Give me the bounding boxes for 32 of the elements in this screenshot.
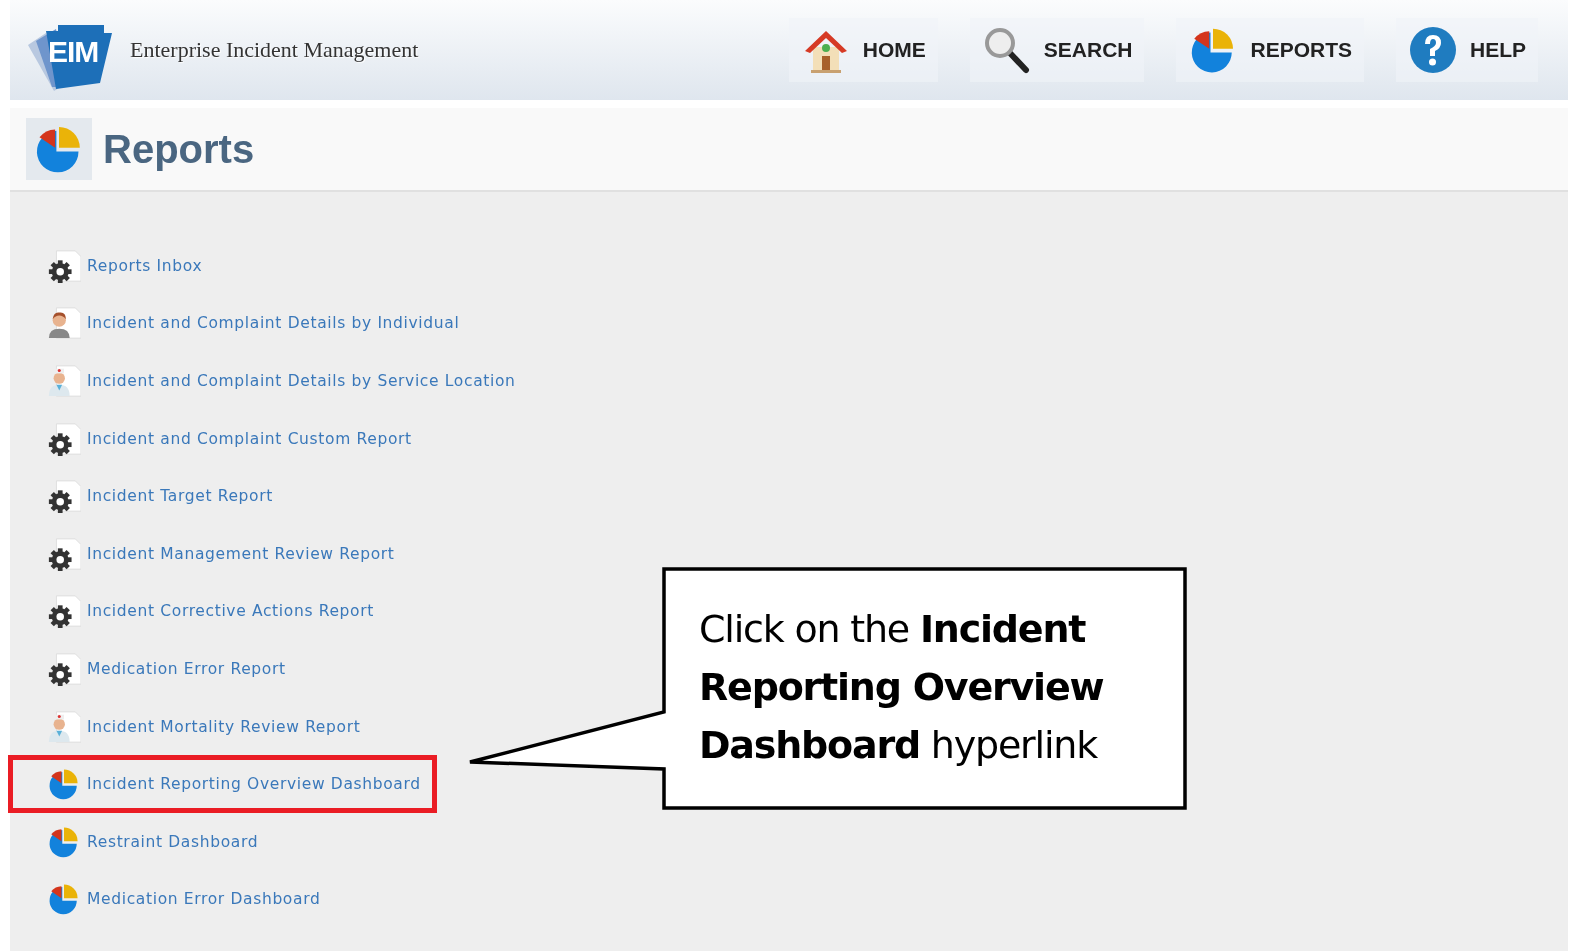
doctor-document-icon: [47, 364, 81, 398]
nav-button[interactable]: HELP: [1396, 18, 1538, 82]
report-link[interactable]: Medication Error Report: [87, 659, 286, 678]
gear-document-icon: [47, 248, 81, 283]
report-link[interactable]: Incident Management Review Report: [87, 544, 395, 563]
pie-chart-icon: [47, 882, 81, 917]
nav-button[interactable]: HOME: [788, 18, 938, 82]
report-link[interactable]: Incident Mortality Review Report: [87, 717, 361, 736]
pie-chart-icon: [47, 767, 81, 802]
report-link[interactable]: Incident Reporting Overview Dashboard: [87, 775, 421, 794]
report-link[interactable]: Reports Inbox: [87, 256, 203, 275]
report-link[interactable]: Medication Error Dashboard: [87, 890, 321, 909]
gear-document-icon: [47, 479, 81, 514]
page-title: Reports: [103, 126, 255, 172]
report-link[interactable]: Incident and Complaint Details by Service Location: [87, 372, 516, 390]
gear-document-icon: [47, 594, 81, 629]
report-link[interactable]: Incident and Complaint Custom Report: [87, 429, 412, 448]
callout-text: Click on the Incident Reporting Overview Dashboard hyperlink: [699, 606, 1105, 769]
person-document-icon: [47, 306, 81, 341]
report-link[interactable]: Incident Target Report: [87, 487, 273, 506]
logo-text: EIM: [48, 35, 99, 69]
report-link[interactable]: Incident and Complaint Details by Individual: [87, 314, 460, 333]
gear-document-icon: [47, 421, 81, 456]
report-link[interactable]: Incident Corrective Actions Report: [87, 602, 374, 621]
doctor-document-icon: [47, 709, 81, 744]
nav-button[interactable]: SEARCH: [969, 18, 1145, 82]
help-icon: [1408, 25, 1458, 75]
gear-document-icon: [47, 536, 81, 571]
app-title: Enterprise Incident Management: [130, 37, 419, 63]
report-link[interactable]: Restraint Dashboard: [87, 832, 259, 851]
gear-document-icon: [47, 651, 81, 686]
nav-button[interactable]: REPORTS: [1176, 18, 1364, 82]
